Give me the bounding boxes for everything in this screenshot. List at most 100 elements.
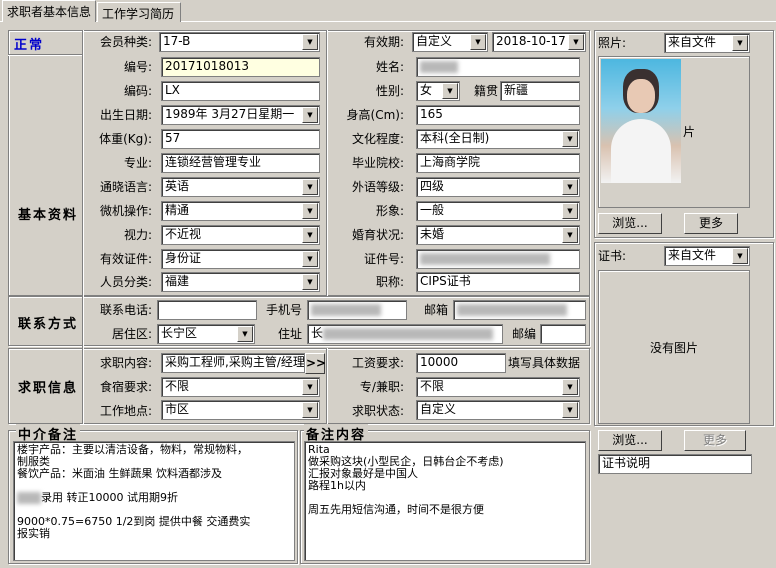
- section-job: 求职信息: [18, 381, 79, 396]
- chevron-down-icon: ▼: [470, 34, 486, 50]
- chevron-down-icon: ▼: [302, 227, 318, 243]
- school-field[interactable]: 上海商学院: [416, 153, 580, 173]
- id-type-select[interactable]: 身份证 ▼: [161, 249, 320, 269]
- certificate-label: 证书:: [598, 249, 627, 263]
- person-photo: [601, 59, 681, 183]
- marital-select[interactable]: 未婚 ▼: [416, 225, 580, 245]
- job-status-label: 求职状态:: [351, 404, 404, 418]
- mobile-field[interactable]: [307, 300, 407, 320]
- language-select[interactable]: 英语 ▼: [161, 177, 320, 197]
- email-label: 邮箱: [423, 303, 448, 317]
- district-select[interactable]: 长宁区 ▼: [157, 324, 255, 344]
- no-image-text: 没有图片: [649, 341, 698, 355]
- height-field[interactable]: 165: [416, 105, 580, 125]
- certificate-more-button: 更多: [684, 430, 746, 451]
- salary-label: 工资要求:: [351, 356, 404, 370]
- native-place-field[interactable]: 新疆: [500, 81, 580, 101]
- vision-label: 视力:: [123, 228, 152, 242]
- appearance-select[interactable]: 一般 ▼: [416, 201, 580, 221]
- salary-hint: 填写具体数据: [508, 356, 581, 370]
- category-label: 人员分类:: [99, 275, 152, 289]
- photo-label: 照片:: [598, 36, 627, 50]
- fulltime-label: 专/兼职:: [359, 380, 404, 394]
- postcode-field[interactable]: [540, 324, 586, 344]
- chevron-down-icon: ▼: [302, 203, 318, 219]
- certificate-description-field[interactable]: 证书说明: [598, 454, 752, 474]
- job-content-field[interactable]: 采购工程师,采购主管/经理: [161, 353, 305, 373]
- salary-field[interactable]: 10000: [416, 353, 506, 373]
- chevron-down-icon: ▼: [732, 248, 748, 264]
- number-field[interactable]: 20171018013: [161, 57, 320, 77]
- photo-source-select[interactable]: 来自文件 ▼: [664, 33, 750, 53]
- appearance-label: 形象:: [375, 204, 404, 218]
- birth-date-label: 出生日期:: [99, 108, 152, 122]
- certificate-source-select[interactable]: 来自文件 ▼: [664, 246, 750, 266]
- chevron-down-icon: ▼: [302, 251, 318, 267]
- vision-select[interactable]: 不近视 ▼: [161, 225, 320, 245]
- gender-select[interactable]: 女 ▼: [416, 81, 460, 101]
- birth-date-picker[interactable]: 1989年 3月27日星期一 ▼: [161, 105, 320, 125]
- chevron-down-icon: ▼: [302, 107, 318, 123]
- code-field[interactable]: LX: [161, 81, 320, 101]
- chevron-down-icon: ▼: [562, 131, 578, 147]
- name-field[interactable]: [416, 57, 580, 77]
- address-field[interactable]: 长: [307, 324, 503, 344]
- language-label: 通晓语言:: [99, 180, 152, 194]
- gender-label: 性别:: [375, 84, 404, 98]
- tab-work-history[interactable]: 工作学习简历: [97, 2, 181, 22]
- agent-memo-textarea[interactable]: 楼宇产品：主要以清洁设备，物料，常规物料， 制服类 餐饮产品：米面油 生鲜蔬果 …: [13, 441, 295, 561]
- work-location-label: 工作地点:: [99, 404, 152, 418]
- work-location-select[interactable]: 市区 ▼: [161, 400, 320, 420]
- address-label: 住址: [277, 327, 302, 341]
- title-field[interactable]: CIPS证书: [416, 272, 580, 292]
- phone-field[interactable]: [157, 300, 257, 320]
- chevron-down-icon: ▼: [442, 83, 458, 99]
- member-type-label: 会员种类:: [99, 35, 152, 49]
- section-basic: 基本资料: [18, 208, 79, 223]
- memo-textarea[interactable]: Rita 做采购这块(小型民企，日韩台企不考虑) 汇报对象最好是中国人 路程1h…: [304, 441, 586, 561]
- photo-browse-button[interactable]: 浏览...: [598, 213, 662, 234]
- computer-label: 微机操作:: [99, 204, 152, 218]
- major-label: 专业:: [123, 156, 152, 170]
- section-contact: 联系方式: [18, 317, 79, 332]
- chevron-down-icon: ▼: [237, 326, 253, 342]
- chevron-down-icon: ▼: [302, 34, 318, 50]
- chevron-down-icon: ▼: [562, 227, 578, 243]
- job-status-select[interactable]: 自定义 ▼: [416, 400, 580, 420]
- native-place-label: 籍贯: [473, 84, 498, 98]
- district-label: 居住区:: [111, 327, 152, 341]
- tab-bar: 求职者基本信息 工作学习简历: [0, 0, 776, 22]
- email-field[interactable]: [453, 300, 586, 320]
- member-type-select[interactable]: 17-B ▼: [159, 32, 320, 52]
- chevron-down-icon: ▼: [302, 274, 318, 290]
- chevron-down-icon: ▼: [302, 379, 318, 395]
- id-type-label: 有效证件:: [99, 252, 152, 266]
- photo-placeholder-text: 片: [683, 125, 696, 139]
- photo-more-button[interactable]: 更多: [684, 213, 738, 234]
- accommodation-select[interactable]: 不限 ▼: [161, 377, 320, 397]
- chevron-down-icon: ▼: [562, 402, 578, 418]
- photo-frame: 片: [598, 56, 750, 208]
- fulltime-select[interactable]: 不限 ▼: [416, 377, 580, 397]
- major-field[interactable]: 连锁经营管理专业: [161, 153, 320, 173]
- chevron-down-icon: ▼: [302, 402, 318, 418]
- category-select[interactable]: 福建 ▼: [161, 272, 320, 292]
- title-label: 职称:: [375, 275, 404, 289]
- certificate-frame: 没有图片: [598, 270, 750, 424]
- height-label: 身高(Cm):: [346, 108, 404, 122]
- validity-label: 有效期:: [363, 35, 404, 49]
- certificate-browse-button[interactable]: 浏览...: [598, 430, 662, 451]
- school-label: 毕业院校:: [351, 156, 404, 170]
- weight-label: 体重(Kg):: [99, 132, 152, 146]
- foreign-level-select[interactable]: 四级 ▼: [416, 177, 580, 197]
- postcode-label: 邮编: [511, 327, 536, 341]
- education-select[interactable]: 本科(全日制) ▼: [416, 129, 580, 149]
- id-number-field[interactable]: [416, 249, 580, 269]
- tab-basic-info[interactable]: 求职者基本信息: [2, 0, 96, 22]
- weight-field[interactable]: 57: [161, 129, 320, 149]
- name-label: 姓名:: [375, 60, 404, 74]
- computer-select[interactable]: 精通 ▼: [161, 201, 320, 221]
- job-content-more-button[interactable]: >>: [305, 353, 326, 374]
- validity-date-picker[interactable]: 2018-10-17 ▼: [492, 32, 586, 52]
- validity-select[interactable]: 自定义 ▼: [412, 32, 488, 52]
